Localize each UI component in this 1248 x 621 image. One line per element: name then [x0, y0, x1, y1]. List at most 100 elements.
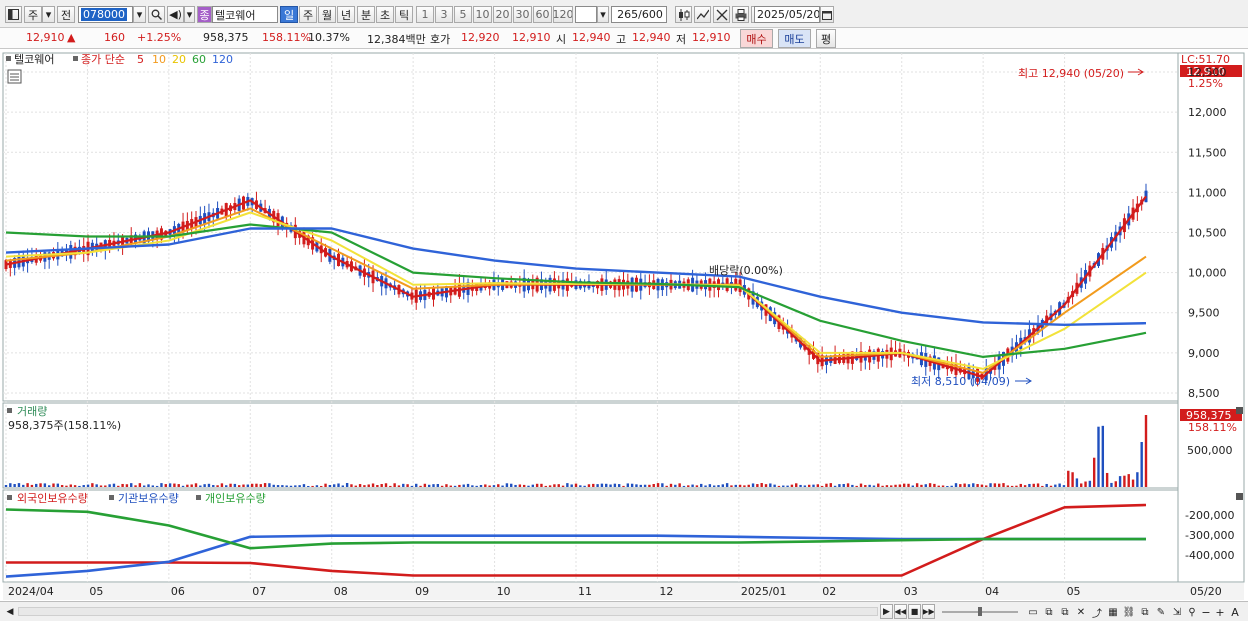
volume-bar	[695, 485, 699, 487]
share-icon[interactable]: ⤴	[1090, 605, 1104, 620]
link-icon[interactable]: ⛓	[1122, 605, 1136, 619]
export-icon[interactable]: ⇲	[1170, 605, 1184, 619]
volume-bar	[99, 485, 103, 487]
horizontal-scrollbar[interactable]	[18, 607, 878, 616]
range-5-button[interactable]: 5	[454, 6, 472, 23]
scroll-right-icon[interactable]: ▶	[880, 604, 893, 619]
rewind-icon[interactable]: ◀◀	[894, 604, 907, 619]
zoom-slider[interactable]	[940, 606, 1020, 617]
indiv-holdings-label: 개인보유수량	[205, 492, 266, 505]
menu-week-button[interactable]: 주	[24, 6, 42, 23]
volume-bar	[596, 484, 599, 487]
volume-bar	[764, 484, 768, 487]
volume-bar	[1067, 470, 1070, 487]
volume-bar	[795, 483, 798, 487]
ask-price: 12,920	[461, 31, 500, 44]
period-second-tab[interactable]: 초	[376, 6, 394, 23]
stock-name-field[interactable]: 텔코웨어	[212, 6, 278, 23]
volume-bar	[393, 483, 396, 487]
range-30-button[interactable]: 30	[513, 6, 532, 23]
chevron-down-icon[interactable]: ▾	[42, 6, 55, 23]
range-3-button[interactable]: 3	[435, 6, 453, 23]
zoom-search-icon[interactable]: ⚲	[1186, 605, 1198, 619]
chart-area[interactable]: 텔코웨어 종가 단순 5 10 20 60 120 LC:51.70 12,91…	[0, 50, 1248, 601]
date-input[interactable]: 2025/05/20	[754, 6, 820, 23]
volume-menu-icon[interactable]	[7, 408, 12, 413]
layout-icon-4[interactable]: ▦	[1106, 605, 1120, 619]
copy-icon[interactable]: ⧉	[1138, 605, 1152, 619]
inst-menu-icon[interactable]	[109, 495, 114, 500]
stop-icon[interactable]: ■	[908, 604, 921, 619]
period-tick-tab[interactable]: 틱	[395, 6, 413, 23]
volume-bar	[535, 483, 539, 487]
range-10-button[interactable]: 10	[473, 6, 492, 23]
edit-icon[interactable]: ✎	[1154, 605, 1168, 619]
holdings-menu-icon[interactable]	[7, 495, 12, 500]
search-icon[interactable]	[148, 6, 165, 23]
volume-bar	[1041, 485, 1044, 487]
zoom-in-icon[interactable]: +	[1214, 605, 1226, 619]
range-dropdown-chevron-icon[interactable]: ▾	[597, 6, 609, 23]
layout-icon-3[interactable]: ⧉	[1058, 605, 1072, 619]
buy-button[interactable]: 매수	[740, 29, 773, 48]
tools-icon[interactable]	[713, 6, 730, 23]
custom-range-input[interactable]	[575, 6, 597, 23]
holdings-close-icon[interactable]	[1236, 493, 1243, 500]
range-20-button[interactable]: 20	[493, 6, 512, 23]
print-icon[interactable]	[732, 6, 749, 23]
calendar-icon[interactable]	[820, 6, 834, 23]
volume-bar	[91, 483, 94, 487]
foreign-holdings-label: 외국인보유수량	[17, 492, 88, 505]
volume-bar	[427, 484, 431, 487]
stock-code-input[interactable]: 078000	[78, 6, 133, 23]
count-field[interactable]: 265/600	[611, 6, 667, 23]
quote-info-bar: 12,910 ▲ 160 +1.25% 958,375 158.11% 10.3…	[0, 28, 1248, 49]
range-1-button[interactable]: 1	[416, 6, 434, 23]
code-dropdown-chevron-icon[interactable]: ▾	[133, 6, 146, 23]
range-120-button[interactable]: 120	[553, 6, 573, 23]
volume-bar	[225, 485, 228, 487]
zoom-out-icon[interactable]: −	[1200, 605, 1212, 619]
period-minute-tab[interactable]: 분	[357, 6, 375, 23]
volume-bar	[557, 484, 560, 487]
sound-icon[interactable]: ◀)	[167, 6, 184, 23]
indicator-menu-icon[interactable]	[73, 56, 78, 61]
period-month-tab[interactable]: 월	[318, 6, 336, 23]
volume-close-icon[interactable]	[1236, 407, 1243, 414]
range-60-button[interactable]: 60	[533, 6, 552, 23]
period-year-tab[interactable]: 년	[337, 6, 355, 23]
line-chart-icon[interactable]	[694, 6, 711, 23]
volume-bar	[194, 483, 198, 487]
volume-bar	[669, 483, 673, 487]
period-day-tab[interactable]: 일	[280, 6, 298, 23]
volume-bar	[354, 485, 357, 487]
volume-bar	[777, 485, 781, 487]
sound-chevron-icon[interactable]: ▾	[184, 6, 195, 23]
volume-bar	[155, 485, 159, 487]
volume-bar	[311, 485, 314, 487]
window-icon[interactable]	[5, 6, 22, 23]
volume-bar	[1075, 478, 1079, 487]
layout-icon-1[interactable]: ▭	[1026, 605, 1040, 619]
period-week-tab[interactable]: 주	[299, 6, 317, 23]
scroll-left-icon[interactable]: ◀	[4, 605, 16, 618]
volume-y-tick: 500,000	[1187, 444, 1233, 457]
high-label: 고	[616, 33, 627, 46]
crosshair-icon[interactable]: ✕	[1074, 605, 1088, 619]
volume-bar	[268, 483, 271, 487]
candle-chart-icon[interactable]	[675, 6, 692, 23]
sell-button[interactable]: 매도	[778, 29, 811, 48]
avg-button[interactable]: 평	[816, 29, 836, 48]
volume-bar	[423, 483, 427, 487]
volume-bar	[181, 485, 185, 487]
panel-menu-icon[interactable]	[6, 56, 11, 61]
volume-bar	[613, 483, 617, 487]
layout-icon-2[interactable]: ⧉	[1042, 605, 1056, 619]
menu-all-button[interactable]: 전	[57, 6, 75, 23]
indiv-menu-icon[interactable]	[196, 495, 201, 500]
x-axis-label: 06	[171, 585, 185, 598]
fast-forward-icon[interactable]: ▶▶	[922, 604, 935, 619]
font-size-icon[interactable]: A	[1228, 605, 1242, 619]
volume-bar	[687, 485, 690, 487]
volume-bar	[885, 485, 889, 487]
